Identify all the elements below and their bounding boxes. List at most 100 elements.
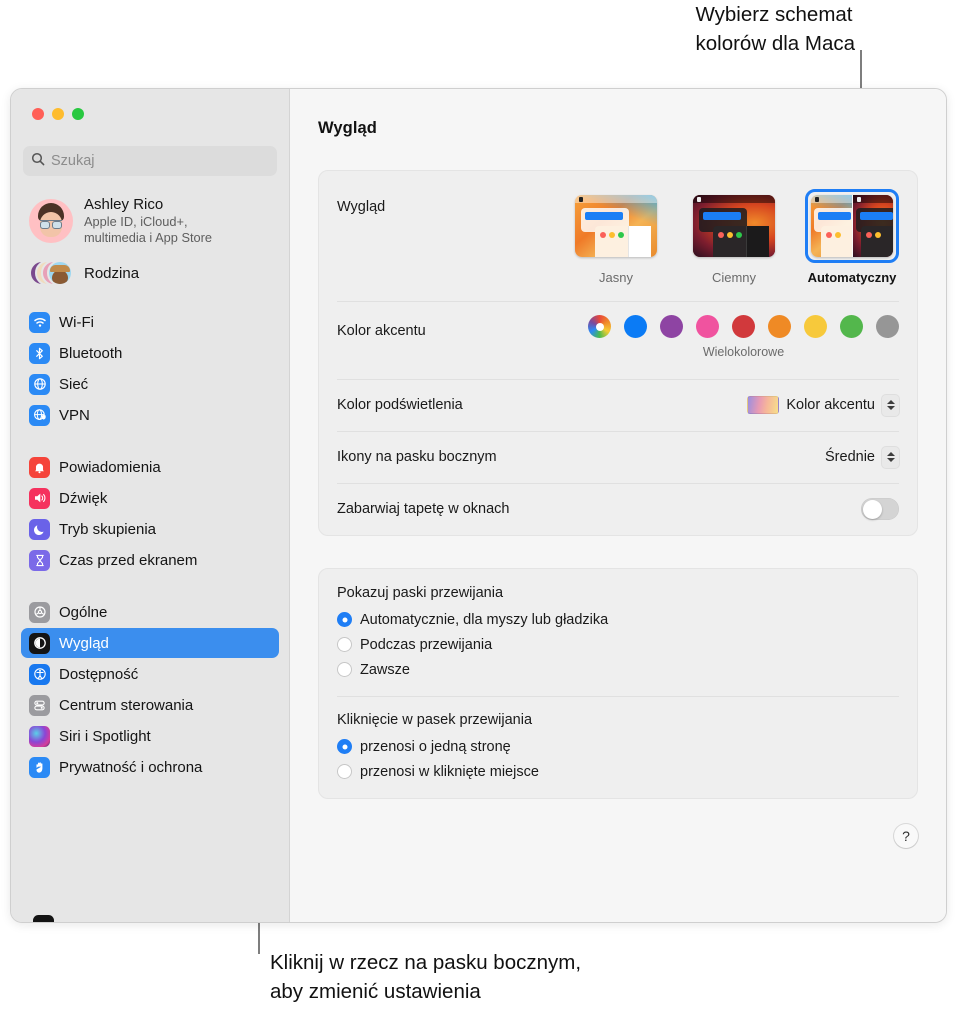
sidebar-item-appearance[interactable]: Wygląd <box>21 628 279 658</box>
click-scrollbar-option-spot[interactable]: przenosi w kliknięte miejsce <box>337 759 899 784</box>
sidebar-icon-size-value: Średnie <box>825 449 875 465</box>
highlight-color-gradient-swatch <box>747 396 780 414</box>
search-field[interactable] <box>23 146 277 176</box>
sidebar-icon-size-popup-button[interactable]: Średnie <box>825 446 899 468</box>
sidebar-item-siri-spotlight[interactable]: Siri i Spotlight <box>21 721 279 751</box>
sidebar-item-notifications[interactable]: Powiadomienia <box>21 452 279 482</box>
appearance-option-auto[interactable]: Automatyczny <box>805 189 899 285</box>
chevron-updown-icon <box>882 446 899 468</box>
sidebar-item-network[interactable]: Sieć <box>21 369 279 399</box>
radio-button[interactable] <box>337 637 352 652</box>
sidebar: Ashley Rico Apple ID, iCloud+, multimedi… <box>11 89 290 922</box>
sidebar-item-label: Prywatność i ochrona <box>59 758 203 776</box>
zoom-button[interactable] <box>72 108 84 120</box>
sidebar-group-system: Ogólne Wygląd Dostępność Centrum sterowa… <box>11 597 289 782</box>
chevron-updown-icon <box>882 394 899 416</box>
sidebar-item-screen-time[interactable]: Czas przed ekranem <box>21 545 279 575</box>
radio-button[interactable] <box>337 662 352 677</box>
radio-label: przenosi w kliknięte miejsce <box>360 763 539 780</box>
appearance-option-light[interactable]: Jasny <box>569 189 663 285</box>
accent-color-swatches <box>588 315 899 338</box>
highlight-color-label: Kolor podświetlenia <box>337 397 463 413</box>
sidebar-item-label: Centrum sterowania <box>59 696 194 714</box>
appearance-settings-card: Wygląd Jasny Ciemny Automatyczny Kolor a… <box>318 170 918 536</box>
bluetooth-icon <box>29 342 50 364</box>
screen-time-hourglass-icon <box>29 549 50 571</box>
avatar <box>29 198 73 243</box>
radio-label: przenosi o jedną stronę <box>360 738 511 755</box>
desktop-dock-icon-partial[interactable] <box>33 915 54 922</box>
sound-speaker-icon <box>29 487 50 509</box>
accent-color-label: Kolor akcentu <box>337 323 426 339</box>
radio-button[interactable] <box>337 612 352 627</box>
appearance-option-label: Ciemny <box>711 270 757 285</box>
sidebar-item-accessibility[interactable]: Dostępność <box>21 659 279 689</box>
appearance-option-label: Automatyczny <box>807 270 897 285</box>
network-globe-icon <box>29 373 50 395</box>
show-scrollbars-option-auto[interactable]: Automatycznie, dla myszy lub gładzika <box>337 607 899 632</box>
accent-swatch-red[interactable] <box>732 315 755 338</box>
vpn-shield-globe-icon <box>29 404 50 426</box>
sidebar-item-control-center[interactable]: Centrum sterowania <box>21 690 279 720</box>
accent-swatch-graphite[interactable] <box>876 315 899 338</box>
sidebar-item-label: Ogólne <box>59 603 108 621</box>
appearance-contrast-icon <box>29 632 50 654</box>
family-label: Rodzina <box>84 264 140 282</box>
notifications-bell-icon <box>29 456 50 478</box>
accent-swatch-blue[interactable] <box>624 315 647 338</box>
sidebar-icon-size-label: Ikony na pasku bocznym <box>337 449 497 465</box>
wallpaper-tint-toggle[interactable] <box>861 498 899 520</box>
sidebar-item-label: Siri i Spotlight <box>59 727 151 745</box>
callout-top-text: Wybierz schemat kolorów dla Maca <box>695 3 855 55</box>
minimize-button[interactable] <box>52 108 64 120</box>
show-scrollbars-option-when-scrolling[interactable]: Podczas przewijania <box>337 632 899 657</box>
radio-button[interactable] <box>337 739 352 754</box>
system-settings-window: Ashley Rico Apple ID, iCloud+, multimedi… <box>10 88 947 923</box>
accent-swatch-pink[interactable] <box>696 315 719 338</box>
family-avatars-icon <box>29 258 73 288</box>
account-subtitle-line2: multimedia i App Store <box>84 230 213 245</box>
click-scrollbar-title: Kliknięcie w pasek przewijania <box>337 712 533 728</box>
sidebar-item-wifi[interactable]: Wi-Fi <box>21 307 279 337</box>
accent-swatch-yellow[interactable] <box>804 315 827 338</box>
sidebar-item-bluetooth[interactable]: Bluetooth <box>21 338 279 368</box>
window-traffic-lights <box>11 89 289 120</box>
close-button[interactable] <box>32 108 44 120</box>
appearance-option-dark[interactable]: Ciemny <box>687 189 781 285</box>
sidebar-item-label: Dostępność <box>59 665 139 683</box>
highlight-color-popup-button[interactable]: Kolor akcentu <box>747 394 899 416</box>
appearance-thumbnail-dark <box>693 195 775 257</box>
radio-button[interactable] <box>337 764 352 779</box>
appearance-thumbnail-auto <box>811 195 893 257</box>
radio-label: Automatycznie, dla myszy lub gładzika <box>360 611 609 628</box>
sidebar-group-network: Wi-Fi Bluetooth Sieć VPN <box>11 307 289 430</box>
account-name: Ashley Rico <box>84 196 164 213</box>
click-scrollbar-option-page[interactable]: przenosi o jedną stronę <box>337 734 899 759</box>
sidebar-item-general[interactable]: Ogólne <box>21 597 279 627</box>
sidebar-item-focus[interactable]: Tryb skupienia <box>21 514 279 544</box>
siri-orb-icon <box>29 725 50 747</box>
sidebar-item-privacy-security[interactable]: Prywatność i ochrona <box>21 752 279 782</box>
sidebar-item-vpn[interactable]: VPN <box>21 400 279 430</box>
privacy-hand-icon <box>29 756 50 778</box>
accent-swatch-multicolor[interactable] <box>588 315 611 338</box>
show-scrollbars-option-always[interactable]: Zawsze <box>337 657 899 682</box>
sidebar-account-row[interactable]: Ashley Rico Apple ID, iCloud+, multimedi… <box>23 192 279 249</box>
accent-swatch-green[interactable] <box>840 315 863 338</box>
wallpaper-tint-row: Zabarwiaj tapetę w oknach <box>319 483 917 535</box>
accent-swatch-purple[interactable] <box>660 315 683 338</box>
sidebar-item-label: Powiadomienia <box>59 458 161 476</box>
sidebar-item-family[interactable]: Rodzina <box>23 255 279 291</box>
sidebar-item-label: Wygląd <box>59 634 109 652</box>
search-input[interactable] <box>51 153 269 169</box>
focus-moon-icon <box>29 518 50 540</box>
sidebar-item-label: Dźwięk <box>59 489 108 507</box>
accent-swatch-orange[interactable] <box>768 315 791 338</box>
help-button[interactable]: ? <box>894 824 918 848</box>
sidebar-item-label: Czas przed ekranem <box>59 551 198 569</box>
highlight-color-row: Kolor podświetlenia Kolor akcentu <box>319 379 917 431</box>
sidebar-icon-size-row: Ikony na pasku bocznym Średnie <box>319 431 917 483</box>
radio-label: Zawsze <box>360 661 410 678</box>
accessibility-person-icon <box>29 663 50 685</box>
sidebar-item-sound[interactable]: Dźwięk <box>21 483 279 513</box>
